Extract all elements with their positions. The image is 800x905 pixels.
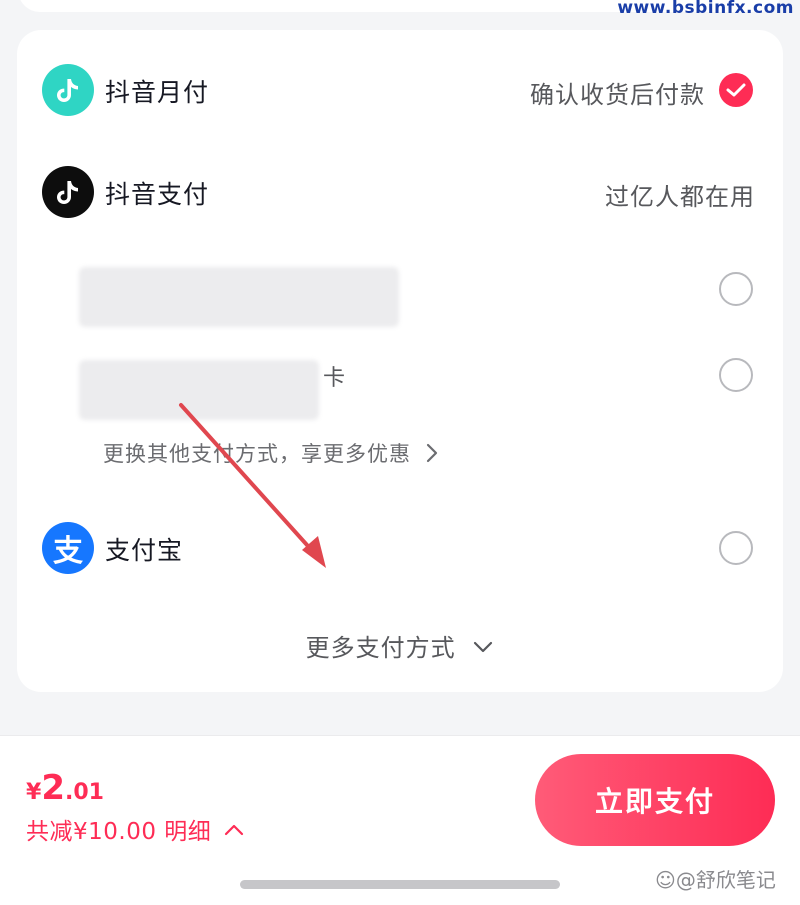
blurred-card-info <box>79 267 399 327</box>
radio-button[interactable] <box>719 358 753 392</box>
check-icon[interactable] <box>719 73 753 107</box>
radio-button[interactable] <box>719 531 753 565</box>
douyin-monthly-label: 抖音月付 <box>105 78 210 107</box>
switch-payment-link[interactable]: 更换其他支付方式，享更多优惠 <box>103 438 439 468</box>
payment-methods-card: 抖音月付 确认收货后付款 抖音支付 过亿人都在用 卡 更换其他支付方式，享更多优… <box>17 30 783 692</box>
discount-detail[interactable]: 共减¥10.00 明细 <box>26 812 245 846</box>
price-integer: 2 <box>41 768 65 808</box>
watermark-icon: ☺@ <box>655 868 696 892</box>
chevron-up-icon <box>225 824 244 836</box>
payment-option-douyin-pay[interactable]: 抖音支付 过亿人都在用 <box>17 162 783 222</box>
more-payment-text: 更多支付方式 <box>305 634 456 662</box>
price-decimal: .01 <box>64 780 104 805</box>
alipay-icon: 支 <box>42 522 94 574</box>
douyin-icon <box>42 166 94 218</box>
discount-text: 共减¥10.00 明细 <box>26 819 212 845</box>
blurred-card-info <box>79 360 319 420</box>
home-indicator[interactable] <box>240 880 560 889</box>
pay-now-button[interactable]: 立即支付 <box>535 754 775 846</box>
douyin-icon <box>42 64 94 116</box>
watermark-url: www.bsbinfx.com <box>617 0 794 18</box>
douyin-pay-label: 抖音支付 <box>105 180 210 209</box>
switch-payment-text: 更换其他支付方式，享更多优惠 <box>103 442 411 466</box>
chevron-down-icon <box>474 641 493 653</box>
currency-symbol: ¥ <box>26 780 42 805</box>
radio-button[interactable] <box>719 272 753 306</box>
alipay-label: 支付宝 <box>105 536 184 565</box>
bank-card-option-2[interactable]: 卡 <box>17 342 783 420</box>
bank-card-option-1[interactable] <box>17 255 783 327</box>
checkout-footer: ¥2.01 共减¥10.00 明细 立即支付 ☺@舒欣笔记 <box>0 735 800 905</box>
watermark-note: ☺@舒欣笔记 <box>655 868 776 892</box>
douyin-pay-hint: 过亿人都在用 <box>605 183 755 211</box>
card-suffix-glyph: 卡 <box>323 366 346 391</box>
chevron-right-icon <box>426 443 437 463</box>
total-price: ¥2.01 <box>26 768 104 808</box>
more-payment-methods[interactable]: 更多支付方式 <box>17 628 783 663</box>
payment-option-alipay[interactable]: 支 支付宝 <box>17 518 783 578</box>
douyin-monthly-hint: 确认收货后付款 <box>530 81 705 109</box>
payment-option-douyin-monthly[interactable]: 抖音月付 确认收货后付款 <box>17 60 783 120</box>
